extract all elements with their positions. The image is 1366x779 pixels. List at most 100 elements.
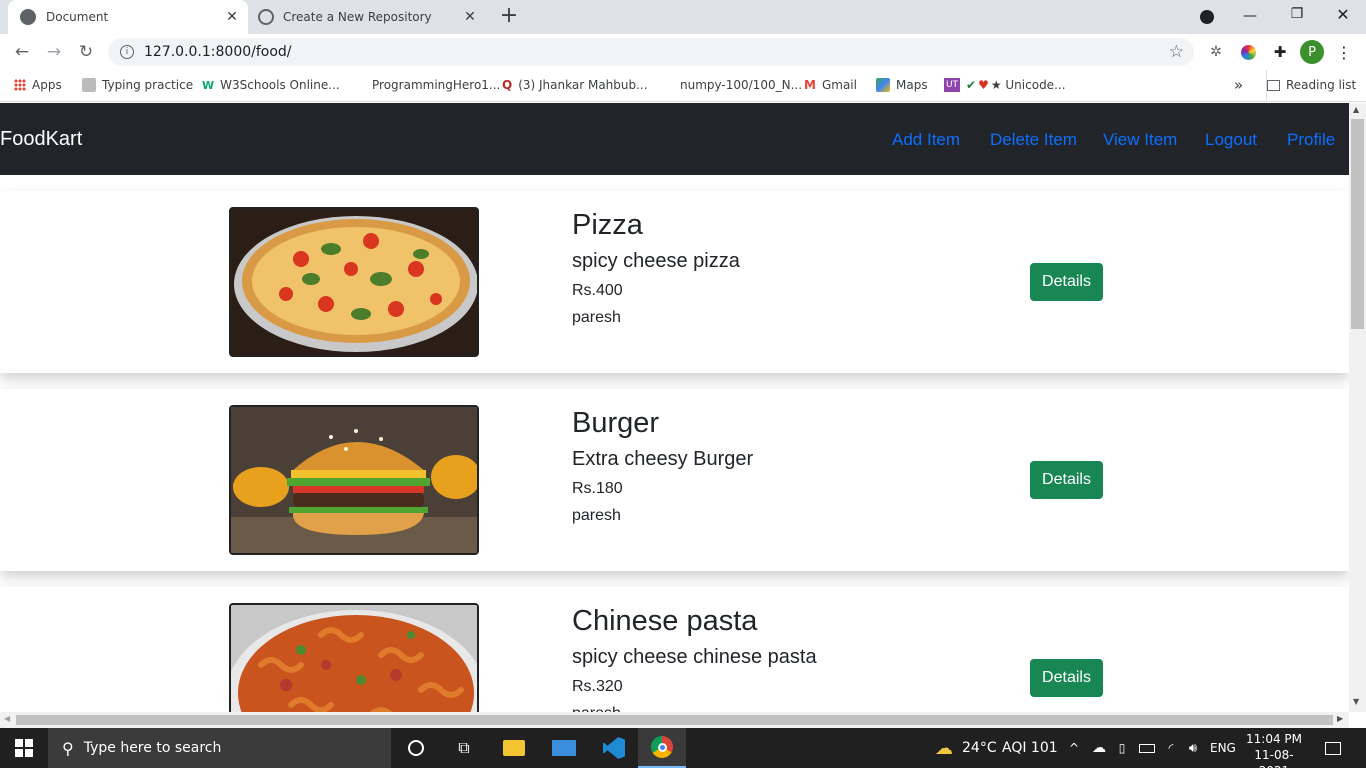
- tab-search-icon[interactable]: [1200, 10, 1214, 24]
- close-tab-icon[interactable]: ✕: [462, 9, 478, 25]
- nav-profile[interactable]: Profile: [1287, 130, 1335, 150]
- quora-icon: Q: [502, 78, 513, 92]
- restore-button[interactable]: ❐: [1287, 6, 1307, 24]
- food-card: Chinese pasta spicy cheese chinese pasta…: [0, 587, 1349, 712]
- horizontal-scroll-thumb[interactable]: [16, 715, 1333, 725]
- clock-date: 11-08-2021: [1254, 748, 1294, 778]
- task-view-icon[interactable]: ⧉: [446, 728, 482, 768]
- navbar: FoodKart Add Item Delete Item View Item …: [0, 103, 1349, 175]
- unicode-icon: UT: [944, 78, 960, 92]
- bookmark-gmail[interactable]: M Gmail: [804, 70, 857, 100]
- tab-title: Document: [46, 10, 109, 24]
- bookmark-w3schools[interactable]: W W3Schools Online...: [202, 70, 340, 100]
- tab-document[interactable]: Document ✕: [8, 0, 248, 34]
- vscode-icon[interactable]: [596, 728, 632, 768]
- language-indicator[interactable]: ENG: [1210, 728, 1236, 768]
- food-price: Rs.400: [572, 282, 623, 299]
- mail-icon[interactable]: [546, 728, 582, 768]
- details-button[interactable]: Details: [1030, 659, 1103, 697]
- url-text: 127.0.0.1:8000/food/: [144, 44, 292, 60]
- weather-temperature[interactable]: 24°C: [962, 728, 997, 768]
- bookmark-typing-practice[interactable]: Typing practice: [82, 70, 193, 100]
- details-button[interactable]: Details: [1030, 461, 1103, 499]
- close-window-button[interactable]: ✕: [1332, 5, 1354, 25]
- forward-icon[interactable]: →: [42, 40, 66, 64]
- github-icon: [258, 9, 274, 25]
- bookmark-label: (3) Jhankar Mahbub...: [518, 78, 648, 92]
- minimize-button[interactable]: —: [1240, 8, 1260, 24]
- close-tab-icon[interactable]: ✕: [224, 9, 240, 25]
- bookmark-unicode[interactable]: UT ✔ ♥ ★ Unicode...: [944, 70, 1066, 100]
- bookmark-label: numpy-100/100_N...: [680, 78, 803, 92]
- food-name: Pizza: [572, 209, 643, 241]
- food-description: spicy cheese pizza: [572, 250, 740, 272]
- food-owner: paresh: [572, 507, 621, 524]
- nav-add-item[interactable]: Add Item: [892, 130, 960, 150]
- scroll-up-arrow-icon[interactable]: ▲: [1353, 105, 1359, 114]
- wifi-icon[interactable]: ◜: [1162, 728, 1180, 768]
- page-icon: [82, 78, 96, 92]
- browser-toolbar: ← → ↻ i 127.0.0.1:8000/food/ ☆ ✲ ✚ P ⋮: [0, 34, 1366, 70]
- bookmark-star-icon[interactable]: ☆: [1169, 42, 1184, 62]
- file-explorer-icon[interactable]: [496, 728, 532, 768]
- windows-taskbar: ⚲ Type here to search ⧉ ☁ 24°C AQI 101 ^…: [0, 728, 1366, 778]
- bookmark-label: ★ Unicode...: [990, 78, 1066, 92]
- gmail-icon: M: [804, 78, 816, 92]
- tab-create-repository[interactable]: Create a New Repository ✕: [250, 0, 486, 34]
- food-price: Rs.320: [572, 678, 623, 695]
- bookmark-apps[interactable]: Apps: [14, 70, 62, 100]
- vertical-scrollbar[interactable]: ▲ ▼: [1349, 103, 1366, 712]
- weather-icon[interactable]: ☁: [932, 728, 956, 768]
- nav-view-item[interactable]: View Item: [1103, 130, 1177, 150]
- bookmark-maps[interactable]: Maps: [876, 70, 928, 100]
- profile-avatar[interactable]: P: [1300, 40, 1324, 64]
- windows-start-icon[interactable]: [0, 728, 48, 768]
- back-icon[interactable]: ←: [10, 40, 34, 64]
- heart-icon: ♥: [978, 78, 989, 92]
- reload-icon[interactable]: ↻: [74, 40, 98, 64]
- cortana-icon[interactable]: [398, 728, 434, 768]
- nav-delete-item[interactable]: Delete Item: [990, 130, 1077, 150]
- bookmark-label: W3Schools Online...: [220, 78, 340, 92]
- bookmark-jhankar[interactable]: Q (3) Jhankar Mahbub...: [502, 70, 648, 100]
- new-tab-button[interactable]: +: [498, 4, 520, 28]
- more-bookmarks-button[interactable]: »: [1234, 70, 1243, 100]
- horizontal-scrollbar[interactable]: ◀ ▶: [0, 712, 1349, 728]
- bookmark-label: Apps: [32, 78, 62, 92]
- color-picker-extension-icon[interactable]: [1236, 40, 1260, 64]
- show-hidden-icons-chevron-icon[interactable]: ^: [1066, 728, 1082, 768]
- reading-list-button[interactable]: Reading list: [1266, 70, 1356, 100]
- notification-center-icon[interactable]: [1320, 728, 1346, 768]
- scroll-down-arrow-icon[interactable]: ▼: [1353, 697, 1359, 706]
- device-icon[interactable]: ▯: [1114, 728, 1130, 768]
- menu-kebab-icon[interactable]: ⋮: [1332, 40, 1356, 64]
- taskbar-search-box[interactable]: ⚲ Type here to search: [48, 728, 391, 768]
- battery-icon[interactable]: [1138, 728, 1156, 768]
- food-name: Chinese pasta: [572, 605, 758, 637]
- onedrive-cloud-icon[interactable]: ☁: [1090, 728, 1108, 768]
- address-bar[interactable]: i 127.0.0.1:8000/food/ ☆: [108, 38, 1194, 66]
- globe-icon: [20, 9, 36, 25]
- bookmark-programminghero[interactable]: ProgrammingHero1...: [372, 70, 500, 100]
- clock[interactable]: 11:04 PM 11-08-2021: [1244, 731, 1304, 779]
- nav-logout[interactable]: Logout: [1205, 130, 1257, 150]
- extensions-puzzle-icon[interactable]: ✚: [1268, 40, 1292, 64]
- vertical-scroll-thumb[interactable]: [1351, 119, 1364, 329]
- scroll-left-arrow-icon[interactable]: ◀: [4, 714, 10, 723]
- tab-strip: Document ✕ Create a New Repository ✕ + —…: [0, 0, 1366, 34]
- food-price: Rs.180: [572, 480, 623, 497]
- chrome-icon[interactable]: [638, 728, 686, 768]
- brand-link[interactable]: FoodKart: [0, 128, 82, 151]
- volume-icon[interactable]: 🔊︎: [1184, 728, 1202, 768]
- food-owner: paresh: [572, 705, 621, 712]
- info-icon: i: [120, 45, 134, 59]
- food-owner: paresh: [572, 309, 621, 326]
- weather-aqi[interactable]: AQI 101: [1002, 728, 1058, 768]
- food-card: Pizza spicy cheese pizza Rs.400 paresh D…: [0, 191, 1349, 373]
- bookmark-numpy[interactable]: numpy-100/100_N...: [680, 70, 802, 100]
- scroll-right-arrow-icon[interactable]: ▶: [1337, 714, 1343, 723]
- bookmark-label: Gmail: [821, 78, 857, 92]
- food-description: spicy cheese chinese pasta: [572, 646, 817, 668]
- details-button[interactable]: Details: [1030, 263, 1103, 301]
- extension-bug-icon[interactable]: ✲: [1204, 40, 1228, 64]
